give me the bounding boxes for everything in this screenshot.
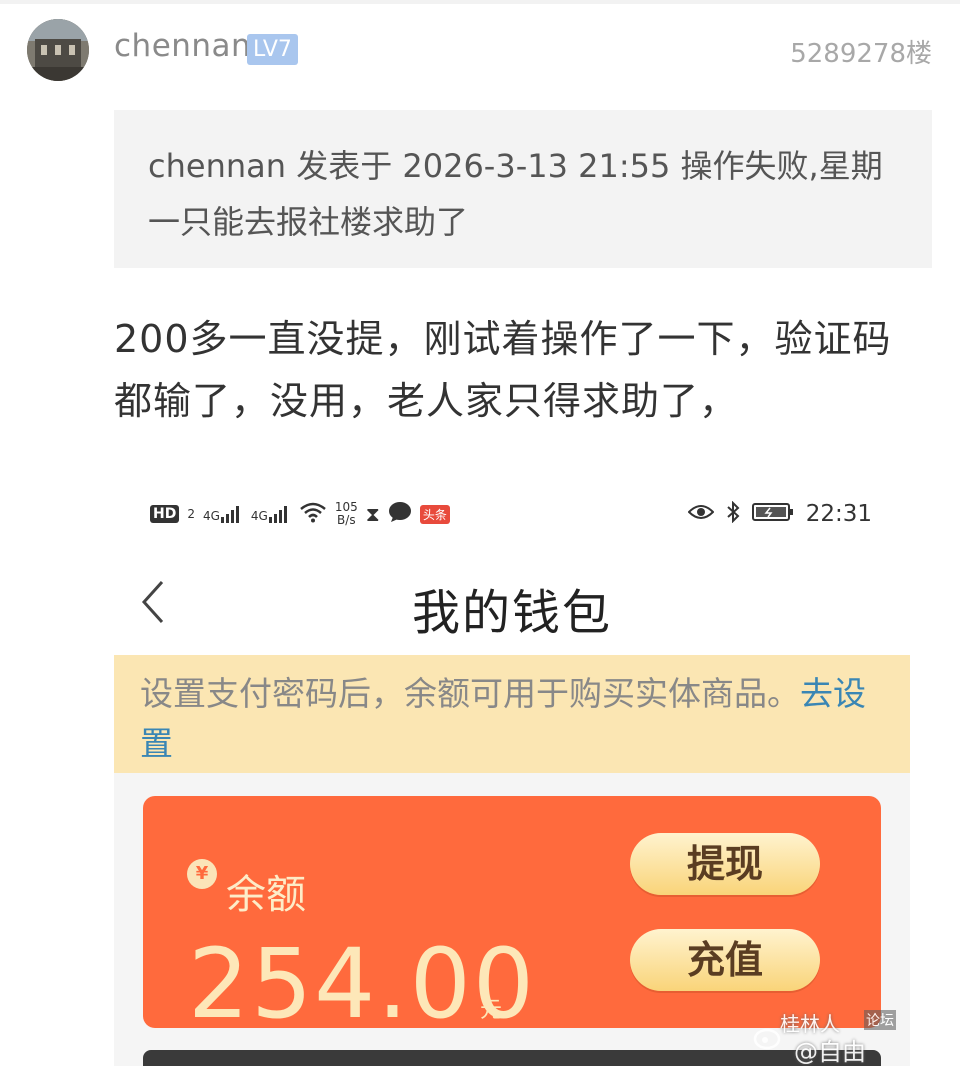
avatar[interactable] xyxy=(27,19,89,81)
battery-icon xyxy=(751,502,794,526)
weibo-logo-icon xyxy=(753,1028,781,1050)
bluetooth-icon xyxy=(726,500,740,527)
withdraw-button[interactable]: 提现 xyxy=(630,833,820,895)
recharge-button[interactable]: 充值 xyxy=(630,929,820,991)
floor-number: 5289278楼 xyxy=(790,39,932,69)
watermark: 桂林人 论坛 @自由 xyxy=(752,1008,922,1066)
chat-bubble-icon xyxy=(388,501,412,527)
phone-status-bar: HD 2 4G 4G 105 B/s ⧗ 头条 22:31 xyxy=(150,494,872,534)
net-speed: 105 B/s xyxy=(334,500,358,527)
toutiao-icon: 头条 xyxy=(419,504,450,524)
level-badge: LV7 xyxy=(247,34,298,65)
quote-block: chennan 发表于 2026-3-13 21:55 操作失败,星期一只能去报… xyxy=(114,110,932,268)
notice-text: 设置支付密码后，余额可用于购买实体商品。 xyxy=(140,674,800,713)
hourglass-icon: ⧗ xyxy=(365,502,380,526)
eye-icon xyxy=(687,503,715,525)
wifi-icon xyxy=(299,501,327,527)
signal-4g-icon: 4G xyxy=(203,505,243,523)
quote-text: chennan 发表于 2026-3-13 21:55 操作失败,星期一只能去报… xyxy=(148,147,883,241)
sim-index: 2 xyxy=(187,507,195,521)
status-time: 22:31 xyxy=(805,501,872,527)
balance-unit: 元 xyxy=(480,998,503,1023)
watermark-line2: @自由 xyxy=(794,1038,866,1066)
page-title: 我的钱包 xyxy=(411,585,612,641)
balance-label: 余额 xyxy=(226,872,306,918)
watermark-badge: 论坛 xyxy=(864,1010,896,1030)
reply-text: 200多一直没提，刚试着操作了一下，验证码都输了，没用，老人家只得求助了， xyxy=(114,317,892,423)
yen-icon: ¥ xyxy=(187,859,217,889)
top-divider xyxy=(0,0,960,4)
username[interactable]: chennan xyxy=(114,28,251,64)
hd-icon: HD xyxy=(150,505,180,523)
password-notice: 设置支付密码后，余额可用于购买实体商品。去设置 xyxy=(114,655,910,773)
signal-4g-icon-2: 4G xyxy=(251,505,291,523)
